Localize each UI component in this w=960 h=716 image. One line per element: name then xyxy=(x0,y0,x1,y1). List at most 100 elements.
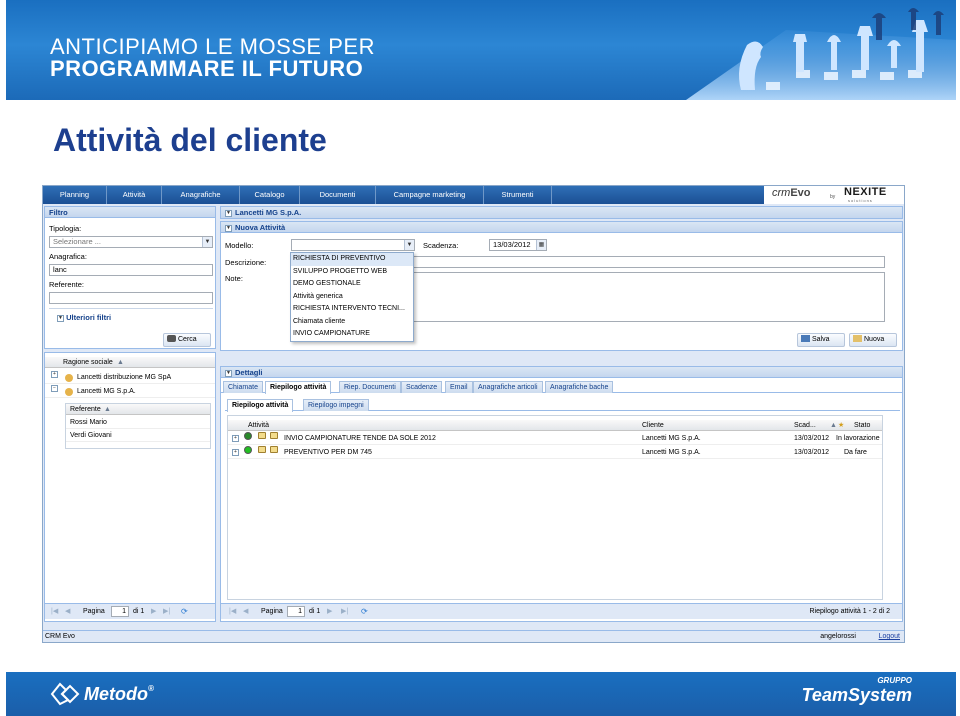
metodo-mark-icon xyxy=(50,682,80,706)
menu-planning[interactable]: Planning xyxy=(43,186,107,204)
banner-line-2: PROGRAMMARE IL FUTURO xyxy=(50,56,364,81)
filter-panel: Filtro Tipologia: Selezionare ... ▼ Anag… xyxy=(44,206,216,349)
subtab-riepilogo-impegni[interactable]: Riepilogo impegni xyxy=(303,399,369,411)
customer-panel-title[interactable]: ▼ Lancetti MG S.p.A. xyxy=(221,207,902,219)
client-row[interactable]: + Lancetti distribuzione MG SpA xyxy=(45,371,215,384)
dropdown-option[interactable]: INVIO CAMPIONATURE xyxy=(291,328,413,341)
activity-pager: |◀ ◀ Pagina 1 di 1 ▶ ▶| ⟳ Riepilogo atti… xyxy=(221,603,902,619)
page-number-input[interactable]: 1 xyxy=(111,606,129,617)
details-tabstrip: Chiamate Riepilogo attività Riep. Docume… xyxy=(221,380,902,394)
new-document-icon xyxy=(853,335,862,342)
collapse-icon[interactable]: − xyxy=(51,385,58,392)
refresh-icon[interactable]: ⟳ xyxy=(361,607,368,617)
expand-icon[interactable]: + xyxy=(232,449,239,456)
save-button[interactable]: Salva xyxy=(797,333,845,347)
more-filters-toggle[interactable]: ▼ Ulteriori filtri xyxy=(57,313,111,322)
activity-client: Lancetti MG S.p.A. xyxy=(642,449,701,456)
tab-email[interactable]: Email xyxy=(445,381,473,393)
anagrafica-label: Anagrafica: xyxy=(49,252,87,261)
client-name: Lancetti distribuzione MG SpA xyxy=(77,374,172,381)
new-button[interactable]: Nuova xyxy=(849,333,897,347)
tab-riep-documenti[interactable]: Riep. Documenti xyxy=(339,381,401,393)
tab-chiamate[interactable]: Chiamate xyxy=(223,381,263,393)
tipologia-select[interactable]: Selezionare ... ▼ xyxy=(49,236,213,248)
tab-anagrafiche-articoli[interactable]: Anagrafiche articoli xyxy=(473,381,543,393)
client-list-header[interactable]: Ragione sociale ▲ xyxy=(45,357,215,368)
client-row[interactable]: − Lancetti MG S.p.A. xyxy=(45,385,215,398)
referente-row[interactable]: Verdi Giovani xyxy=(66,429,210,442)
gruppo-label: GRUPPO xyxy=(877,676,912,685)
client-list-panel: Ragione sociale ▲ + Lancetti distribuzio… xyxy=(44,352,216,622)
logout-link[interactable]: Logout xyxy=(879,631,900,643)
subtab-riepilogo-attivita[interactable]: Riepilogo attività xyxy=(227,399,294,412)
chevron-down-icon[interactable]: ▼ xyxy=(404,240,414,250)
refresh-icon[interactable]: ⟳ xyxy=(181,607,188,617)
calendar-icon[interactable]: ▦ xyxy=(536,240,546,250)
metodo-wordmark: Metodo® xyxy=(84,684,154,704)
column-header-referente[interactable]: Referente xyxy=(70,404,101,415)
main-menu-bar: Planning Attività Anagrafiche Catalogo D… xyxy=(43,186,904,204)
expand-icon[interactable]: + xyxy=(232,435,239,442)
username: angelorossi xyxy=(820,633,856,640)
prev-page-icon[interactable]: ◀ xyxy=(65,607,70,617)
column-header-stato[interactable]: Stato xyxy=(854,420,870,431)
referente-subgrid: Referente ▲ Rossi Mario Verdi Giovani xyxy=(65,403,211,449)
menu-campagne-marketing[interactable]: Campagne marketing xyxy=(376,186,484,204)
column-header-cliente[interactable]: Cliente xyxy=(642,420,664,431)
user-icon xyxy=(65,388,73,396)
page-number-input[interactable]: 1 xyxy=(287,606,305,617)
collapse-icon: ▼ xyxy=(225,224,232,232)
activity-client: Lancetti MG S.p.A. xyxy=(642,435,701,442)
menu-anagrafiche[interactable]: Anagrafiche xyxy=(162,186,240,204)
dropdown-option[interactable]: RICHIESTA INTERVENTO TECNI... xyxy=(291,303,413,316)
activity-grid-header: Attività Cliente Scad... ▲ ★ Stato xyxy=(228,420,882,431)
dropdown-option[interactable]: SVILUPPO PROGETTO WEB xyxy=(291,266,413,279)
teamsystem-wordmark: TeamSystem xyxy=(801,685,912,705)
search-button[interactable]: Cerca xyxy=(163,333,211,347)
new-activity-title[interactable]: ▼ Nuova Attività xyxy=(221,222,902,233)
referente-input[interactable] xyxy=(49,292,213,304)
pager-total: di 1 xyxy=(133,608,145,615)
last-page-icon[interactable]: ▶| xyxy=(163,607,170,617)
descrizione-label: Descrizione: xyxy=(225,258,267,267)
menu-catalogo[interactable]: Catalogo xyxy=(240,186,300,204)
column-header-ragione-sociale[interactable]: Ragione sociale xyxy=(63,357,113,368)
pager-label: Pagina xyxy=(83,608,105,615)
tab-riepilogo-attivita[interactable]: Riepilogo attività xyxy=(265,381,332,394)
last-page-icon[interactable]: ▶| xyxy=(341,607,348,617)
modello-select[interactable]: ▼ xyxy=(291,239,415,251)
dropdown-option[interactable]: Chiamata cliente xyxy=(291,316,413,329)
dropdown-option[interactable]: Attività generica xyxy=(291,291,413,304)
details-title[interactable]: ▼ Dettagli xyxy=(221,367,902,378)
tab-anagrafiche-bache[interactable]: Anagrafiche bache xyxy=(545,381,614,393)
activity-status: In lavorazione xyxy=(836,435,880,442)
pager-summary: Riepilogo attività 1 - 2 di 2 xyxy=(809,608,890,615)
menu-strumenti[interactable]: Strumenti xyxy=(484,186,552,204)
document-icon xyxy=(270,446,278,453)
top-banner: ANTICIPIAMO LE MOSSE PER PROGRAMMARE IL … xyxy=(6,0,956,100)
next-page-icon[interactable]: ▶ xyxy=(327,607,332,617)
menu-attivita[interactable]: Attività xyxy=(107,186,162,204)
column-header-attivita[interactable]: Attività xyxy=(248,420,269,431)
dropdown-option[interactable]: DEMO GESTIONALE xyxy=(291,278,413,291)
tab-scadenze[interactable]: Scadenze xyxy=(401,381,443,393)
column-header-scadenza[interactable]: Scad... xyxy=(794,420,816,431)
first-page-icon[interactable]: |◀ xyxy=(229,607,236,617)
next-page-icon[interactable]: ▶ xyxy=(151,607,156,617)
scadenza-date-input[interactable]: 13/03/2012 ▦ xyxy=(489,239,547,251)
activity-due-date: 13/03/2012 xyxy=(794,449,830,456)
modello-dropdown-list: RICHIESTA DI PREVENTIVO SVILUPPO PROGETT… xyxy=(290,252,414,342)
prev-page-icon[interactable]: ◀ xyxy=(243,607,248,617)
activity-row[interactable]: + PREVENTIVO PER DM 745 Lancetti MG S.p.… xyxy=(228,446,882,459)
dropdown-option[interactable]: RICHIESTA DI PREVENTIVO xyxy=(291,253,413,266)
expand-icon[interactable]: + xyxy=(51,371,58,378)
chevron-down-icon[interactable]: ▼ xyxy=(202,237,212,247)
note-label: Note: xyxy=(225,274,243,283)
details-panel: ▼ Dettagli Chiamate Riepilogo attività Ri… xyxy=(220,366,903,622)
referente-subgrid-header[interactable]: Referente ▲ xyxy=(66,404,210,415)
menu-documenti[interactable]: Documenti xyxy=(300,186,376,204)
activity-row[interactable]: + INVIO CAMPIONATURE TENDE DA SOLE 2012 … xyxy=(228,432,882,445)
first-page-icon[interactable]: |◀ xyxy=(51,607,58,617)
anagrafica-input[interactable]: lanc xyxy=(49,264,213,276)
referente-row[interactable]: Rossi Mario xyxy=(66,416,210,429)
